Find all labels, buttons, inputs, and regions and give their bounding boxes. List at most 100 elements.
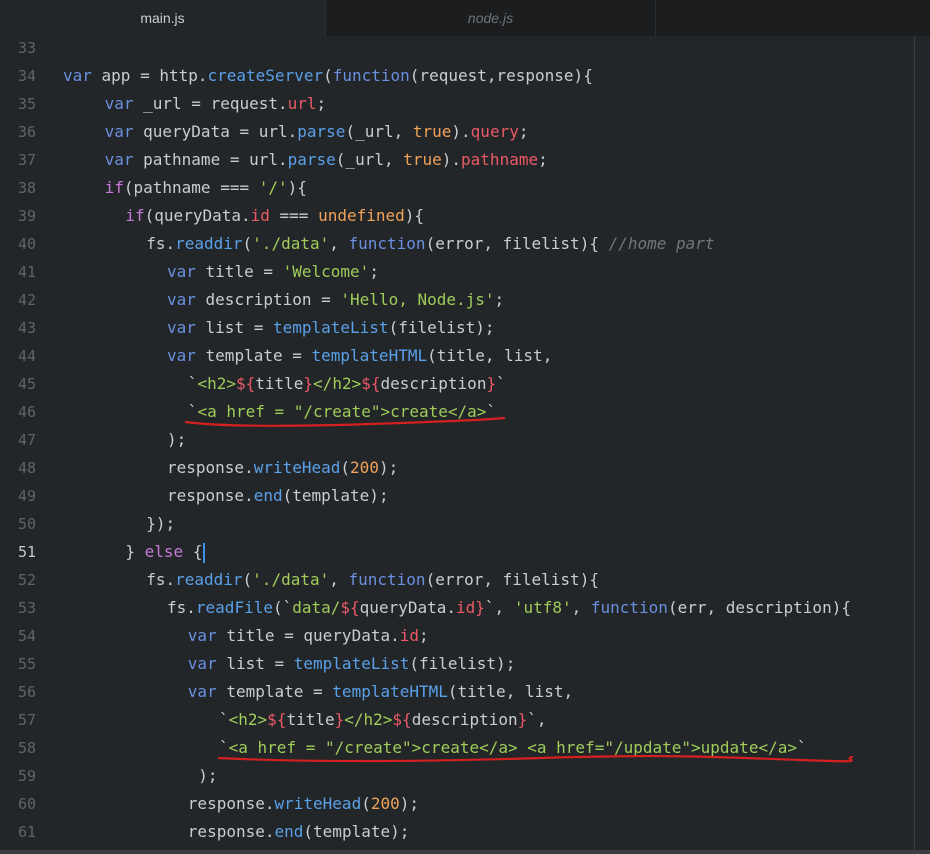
code-line[interactable]: 42 var description = 'Hello, Node.js'; xyxy=(0,286,930,314)
line-number: 45 xyxy=(17,375,36,393)
code-text: var description = 'Hello, Node.js'; xyxy=(167,286,504,314)
code-token: url xyxy=(287,94,317,113)
code-token: title xyxy=(255,374,304,393)
code-line[interactable]: 61 response.end(template); xyxy=(0,818,930,846)
code-token: response. xyxy=(187,794,275,813)
code-token: var xyxy=(104,122,134,141)
code-token: //home part xyxy=(608,234,715,253)
code-token: fs. xyxy=(167,598,196,617)
code-editor[interactable]: 33 34 var app = http.createServer(function… xyxy=(0,36,930,854)
code-line[interactable]: 43 var list = templateList(filelist); xyxy=(0,314,930,342)
code-token: , xyxy=(329,234,349,253)
code-token: response. xyxy=(187,822,275,841)
code-text: var pathname = url.parse(_url, true).pat… xyxy=(105,146,548,174)
code-token: }); xyxy=(146,514,176,533)
code-token: ${ xyxy=(340,598,360,617)
code-token: ; xyxy=(419,626,429,645)
code-line[interactable]: 57 `<h2>${title}</h2>${description}`, xyxy=(0,706,930,734)
code-line[interactable]: 60 response.writeHead(200); xyxy=(0,790,930,818)
code-token: else xyxy=(144,542,184,561)
code-line[interactable]: 36 var queryData = url.parse(_url, true).… xyxy=(0,118,930,146)
line-number: 55 xyxy=(17,655,36,673)
code-line[interactable]: 59); xyxy=(0,762,930,790)
code-token: '/' xyxy=(258,178,288,197)
code-token: ` xyxy=(219,710,229,729)
code-line[interactable]: 53 fs.readFile(`data/${queryData.id}`, 'u… xyxy=(0,594,930,622)
code-token: response. xyxy=(167,458,254,477)
code-token: (_url, xyxy=(345,122,413,141)
code-token: var xyxy=(167,346,196,365)
code-token: pathname xyxy=(461,150,539,169)
code-line[interactable]: 49 response.end(template); xyxy=(0,482,930,510)
code-line[interactable]: 41 var title = 'Welcome'; xyxy=(0,258,930,286)
code-token: queryData = url. xyxy=(133,122,298,141)
code-token: } xyxy=(486,374,497,393)
line-number: 34 xyxy=(17,67,36,85)
code-line[interactable]: 44 var template = templateHTML(title, lis… xyxy=(0,342,930,370)
line-number: 58 xyxy=(17,739,36,757)
code-text: if(queryData.id === undefined){ xyxy=(125,202,424,230)
code-text: ); xyxy=(198,762,217,790)
code-token: queryData. xyxy=(359,598,456,617)
code-token: (request,response){ xyxy=(409,66,593,85)
code-line[interactable]: 50}); xyxy=(0,510,930,538)
code-token: './data' xyxy=(252,234,330,253)
code-token: ); xyxy=(198,766,218,785)
code-token: } xyxy=(125,542,145,561)
code-text: } else { xyxy=(125,538,206,566)
code-line[interactable]: 46 `<a href = "/create">create</a>` xyxy=(0,398,930,426)
code-token: ); xyxy=(399,794,420,813)
line-number: 48 xyxy=(17,459,36,477)
code-line[interactable]: 52 fs.readdir('./data', function(error, f… xyxy=(0,566,930,594)
code-text: response.writeHead(200); xyxy=(188,790,419,818)
code-text: var template = templateHTML(title, list, xyxy=(167,342,552,370)
code-line[interactable]: 45 `<h2>${title}</h2>${description}` xyxy=(0,370,930,398)
code-line[interactable]: 38 if(pathname === '/'){ xyxy=(0,174,930,202)
code-token: var xyxy=(167,262,196,281)
code-token: function xyxy=(348,570,426,589)
code-token: response. xyxy=(167,486,254,505)
code-line[interactable]: 48 response.writeHead(200); xyxy=(0,454,930,482)
code-token: id xyxy=(399,626,419,645)
line-number: 36 xyxy=(17,123,36,141)
code-line[interactable]: 47); xyxy=(0,426,930,454)
code-line[interactable]: 39 if(queryData.id === undefined){ xyxy=(0,202,930,230)
code-line[interactable]: 33 xyxy=(0,34,930,62)
code-text: var queryData = url.parse(_url, true).qu… xyxy=(105,118,529,146)
line-number: 46 xyxy=(17,403,36,421)
tab-node-js[interactable]: node.js xyxy=(326,0,656,36)
code-token: <a href = "/create">create</a> xyxy=(197,402,487,421)
line-number: 38 xyxy=(17,179,36,197)
code-token: template = xyxy=(216,682,333,701)
code-line[interactable]: 54 var title = queryData.id; xyxy=(0,622,930,650)
horizontal-scrollbar[interactable] xyxy=(0,850,930,854)
code-token: end xyxy=(274,822,304,841)
code-token: ` xyxy=(187,402,198,421)
code-line[interactable]: 35 var _url = request.url; xyxy=(0,90,930,118)
tab-main-js[interactable]: main.js xyxy=(0,0,326,36)
code-token: title = queryData. xyxy=(216,626,400,645)
code-line[interactable]: 58 `<a href = "/create">create</a> <a hre… xyxy=(0,734,930,762)
code-text: response.end(template); xyxy=(167,482,389,510)
code-text: var list = templateList(filelist); xyxy=(167,314,495,342)
code-line[interactable]: 51} else { xyxy=(0,538,930,566)
code-text: var title = 'Welcome'; xyxy=(167,258,379,286)
code-token: ); xyxy=(167,430,187,449)
code-line[interactable]: 56 var template = templateHTML(title, lis… xyxy=(0,678,930,706)
code-token: 200 xyxy=(370,794,400,813)
code-token: ( xyxy=(242,570,253,589)
code-token: title = xyxy=(195,262,283,281)
code-token: id xyxy=(456,598,476,617)
code-line[interactable]: 34 var app = http.createServer(function(r… xyxy=(0,62,930,90)
code-token: === xyxy=(269,206,319,225)
code-token: fs. xyxy=(146,570,176,589)
code-token: var xyxy=(167,318,196,337)
text-cursor xyxy=(203,542,206,563)
code-line[interactable]: 55 var list = templateList(filelist); xyxy=(0,650,930,678)
code-token: (template); xyxy=(303,822,410,841)
code-token: fs. xyxy=(146,234,176,253)
code-token: ; xyxy=(494,290,505,309)
code-token: 'utf8' xyxy=(513,598,572,617)
code-line[interactable]: 37 var pathname = url.parse(_url, true).p… xyxy=(0,146,930,174)
code-line[interactable]: 40 fs.readdir('./data', function(error, f… xyxy=(0,230,930,258)
